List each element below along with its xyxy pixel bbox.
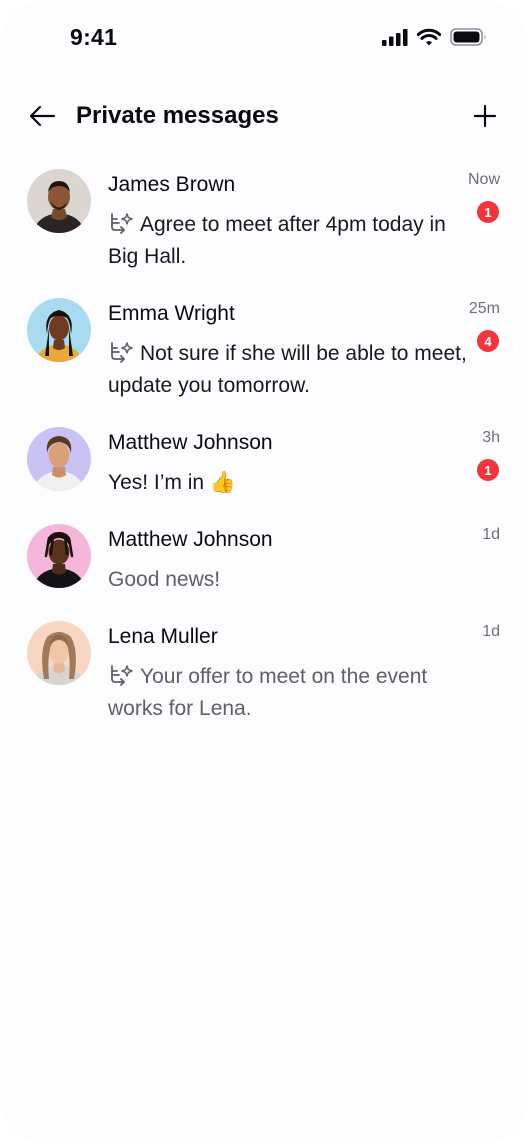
cellular-signal-icon (382, 28, 408, 51)
contact-name: Matthew Johnson (108, 528, 273, 551)
unread-badge: 4 (477, 330, 499, 352)
message-preview: Good news! (108, 564, 470, 596)
avatar (27, 427, 91, 491)
contact-name: James Brown (108, 173, 236, 196)
add-button[interactable] (470, 101, 500, 131)
message-preview: Agree to meet after 4pm today in Big Hal… (108, 209, 470, 273)
status-bar: 9:41 (0, 0, 528, 80)
message-preview: Yes! I’m in 👍 (108, 467, 470, 499)
contact-name: Matthew Johnson (108, 431, 273, 454)
message-text: Not sure if she will be able to meet, up… (108, 342, 467, 397)
avatar (27, 524, 91, 588)
wifi-icon (416, 28, 442, 51)
ai-reply-icon (111, 213, 133, 234)
contact-name: Emma Wright (108, 302, 235, 325)
back-button[interactable] (26, 101, 58, 131)
message-text: Yes! I’m in 👍 (108, 471, 237, 494)
timestamp: 3h (482, 429, 500, 446)
unread-badge: 1 (477, 459, 499, 481)
phone-screen: 9:41 Private messages James Brown Agree … (0, 0, 528, 1144)
conversation-item[interactable]: Emma Wright Not sure if she will be able… (0, 298, 528, 404)
message-text: Agree to meet after 4pm today in Big Hal… (108, 213, 446, 268)
page-title: Private messages (76, 102, 279, 129)
conversation-item[interactable]: Lena Muller Your offer to meet on the ev… (0, 621, 528, 727)
avatar (27, 169, 91, 233)
message-preview: Your offer to meet on the event works fo… (108, 661, 470, 725)
conversation-item[interactable]: Matthew Johnson Yes! I’m in 👍 3h 1 (0, 427, 528, 501)
ai-reply-icon (111, 665, 133, 686)
status-icons (382, 28, 488, 51)
timestamp: 1d (482, 623, 500, 640)
timestamp: Now (467, 171, 500, 188)
unread-badge: 1 (477, 201, 499, 223)
battery-icon (450, 28, 488, 51)
ai-reply-icon (111, 342, 133, 363)
conversation-item[interactable]: James Brown Agree to meet after 4pm toda… (0, 169, 528, 275)
timestamp: 25m (468, 300, 500, 317)
conversation-item[interactable]: Matthew Johnson Good news! 1d (0, 524, 528, 598)
avatar (27, 298, 91, 362)
message-preview: Not sure if she will be able to meet, up… (108, 338, 470, 402)
arrow-left-icon (29, 105, 56, 127)
contact-name: Lena Muller (108, 625, 218, 648)
plus-icon (473, 104, 497, 128)
avatar (27, 621, 91, 685)
status-time: 9:41 (70, 24, 118, 50)
timestamp: 1d (482, 526, 500, 543)
header: Private messages (0, 88, 528, 144)
message-text: Your offer to meet on the event works fo… (108, 665, 428, 720)
message-text: Good news! (108, 568, 221, 591)
